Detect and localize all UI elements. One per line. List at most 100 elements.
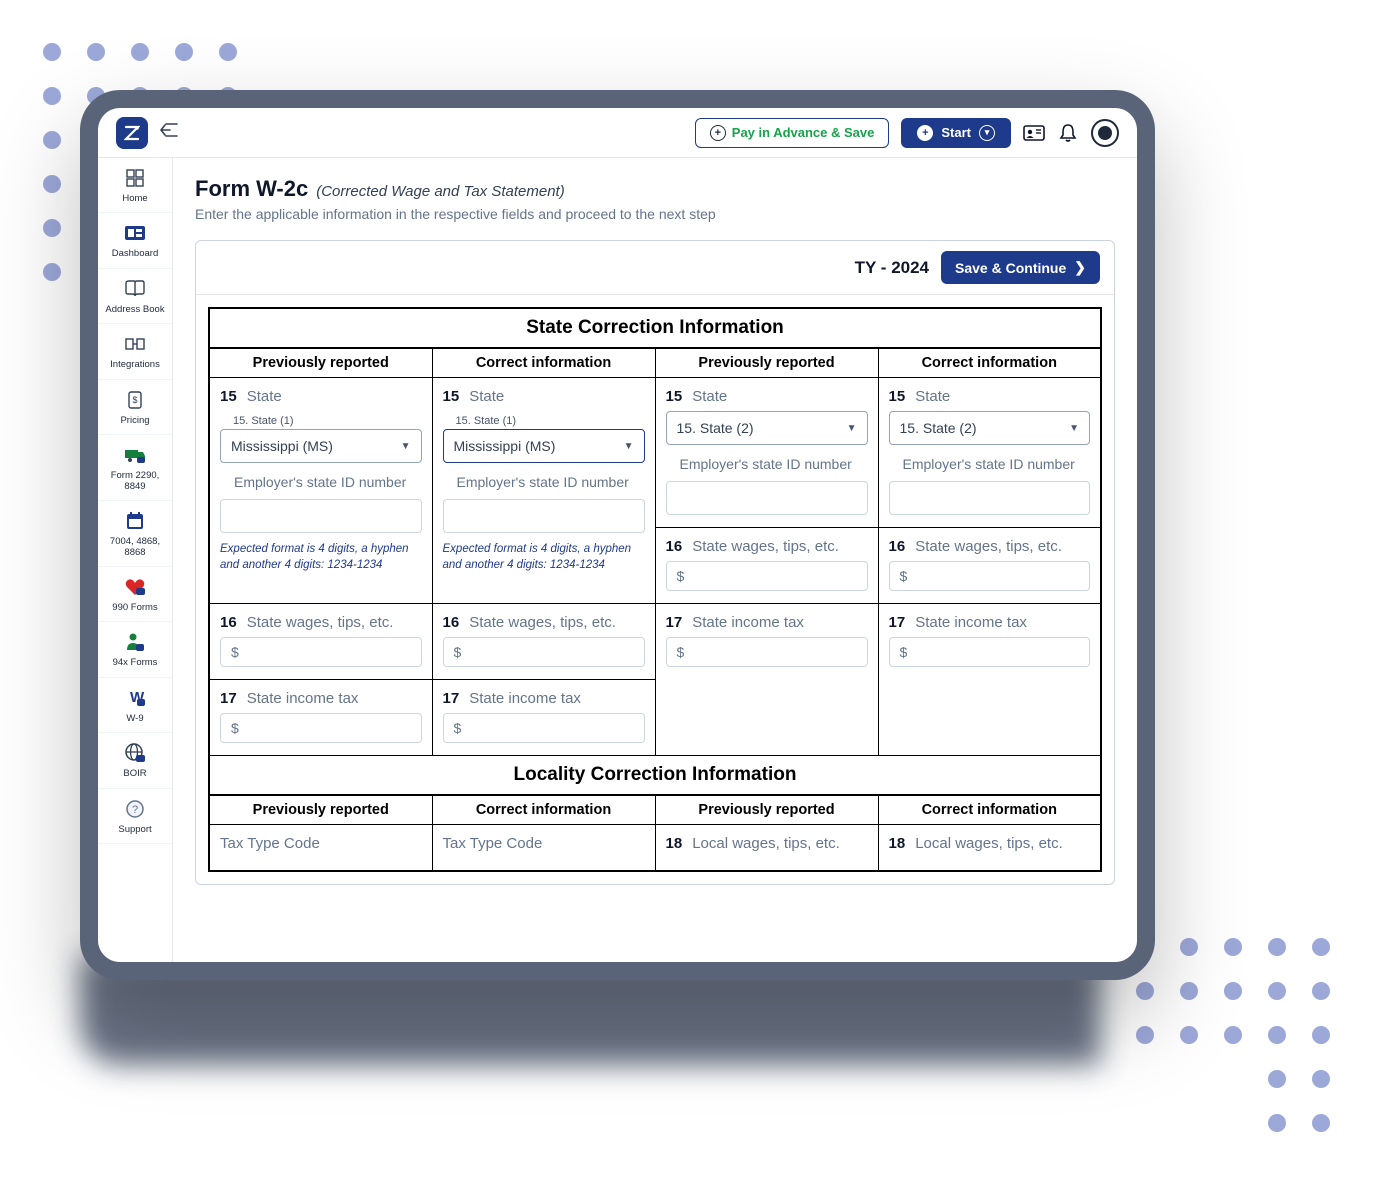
- app-logo[interactable]: [116, 117, 148, 149]
- main-content: Form W-2c (Corrected Wage and Tax Statem…: [173, 158, 1137, 962]
- sidebar-item-94x[interactable]: 94x Forms: [98, 622, 172, 677]
- sidebar-item-boir[interactable]: BOIR: [98, 733, 172, 788]
- sidebar-item-7004[interactable]: 7004, 4868, 8868: [98, 501, 172, 567]
- heart-icon: [123, 575, 147, 599]
- support-icon: ?: [123, 797, 147, 821]
- sidebar-item-label: Home: [122, 194, 147, 204]
- sidebar-item-990[interactable]: 990 Forms: [98, 567, 172, 622]
- form-title: Form W-2c: [195, 176, 308, 202]
- caret-down-icon: ▼: [847, 423, 857, 434]
- state2-corr-select[interactable]: 15. State (2) ▼: [889, 411, 1091, 445]
- form-area: State Correction Information Previously …: [196, 295, 1114, 884]
- loc-col-corr-2: Correct information: [878, 795, 1101, 825]
- wages-corr-2-input[interactable]: $: [889, 561, 1091, 591]
- caret-down-icon: ▼: [1069, 423, 1079, 434]
- bell-icon[interactable]: [1057, 122, 1079, 144]
- cell-state2-prev: 15State 15. State (2) ▼ Employer's state…: [655, 378, 878, 528]
- wages-prev-1-input[interactable]: $: [220, 637, 422, 667]
- decorative-dots-bottom-right: [1123, 925, 1343, 1145]
- chevron-down-icon: ▾: [979, 125, 995, 141]
- plus-filled-icon: +: [917, 125, 933, 141]
- pricing-icon: $: [123, 388, 147, 412]
- sidebar-item-w9[interactable]: W W-9: [98, 678, 172, 733]
- truck-icon: [123, 443, 147, 467]
- chevron-right-icon: ❯: [1074, 259, 1086, 276]
- save-continue-label: Save & Continue: [955, 260, 1066, 276]
- sidebar-item-address-book[interactable]: Address Book: [98, 269, 172, 324]
- state-section-title: State Correction Information: [209, 308, 1101, 348]
- cell-16-corr-2: 16State wages, tips, etc. $: [878, 527, 1101, 603]
- sidebar-item-form-2290[interactable]: Form 2290, 8849: [98, 435, 172, 501]
- cell-taxtype-prev: Tax Type Code: [209, 824, 432, 871]
- sidebar-item-label: 7004, 4868, 8868: [102, 537, 168, 558]
- caret-down-icon: ▼: [624, 441, 634, 452]
- employer-id-label: Employer's state ID number: [903, 455, 1091, 475]
- svg-text:?: ?: [132, 804, 138, 816]
- sidebar-item-support[interactable]: ? Support: [98, 789, 172, 844]
- state1-prev-value: Mississippi (MS): [231, 438, 333, 454]
- pay-in-advance-button[interactable]: + Pay in Advance & Save: [695, 118, 890, 148]
- calendar-icon: [123, 509, 147, 533]
- sidebar: Home Dashboard Address Book Integrations…: [98, 158, 173, 962]
- sidebar-item-label: Form 2290, 8849: [102, 471, 168, 492]
- globe-icon: [123, 741, 147, 765]
- tablet-frame: + Pay in Advance & Save + Start ▾: [80, 90, 1155, 980]
- tax-corr-2-input[interactable]: $: [889, 637, 1091, 667]
- sidebar-item-label: Pricing: [120, 416, 149, 426]
- tax-corr-1-input[interactable]: $: [443, 713, 645, 743]
- save-continue-button[interactable]: Save & Continue ❯: [941, 251, 1100, 284]
- sidebar-item-home[interactable]: Home: [98, 158, 172, 213]
- sidebar-item-label: BOIR: [123, 769, 146, 779]
- format-hint: Expected format is 4 digits, a hyphen an…: [220, 541, 422, 573]
- start-button[interactable]: + Start ▾: [901, 118, 1011, 148]
- sidebar-item-dashboard[interactable]: Dashboard: [98, 213, 172, 268]
- person-icon: [123, 630, 147, 654]
- state2-prev-select[interactable]: 15. State (2) ▼: [666, 411, 868, 445]
- state1-prev-select[interactable]: Mississippi (MS) ▼: [220, 429, 422, 463]
- pay-in-advance-label: Pay in Advance & Save: [732, 125, 875, 140]
- sidebar-item-label: Integrations: [110, 360, 160, 370]
- address-book-icon: [123, 277, 147, 301]
- employer-id-prev-1-input[interactable]: [220, 499, 422, 533]
- cell-17-corr-1: 17State income tax $: [432, 679, 655, 755]
- employer-id-corr-2-input[interactable]: [889, 481, 1091, 515]
- sidebar-item-pricing[interactable]: $ Pricing: [98, 380, 172, 435]
- employer-id-corr-1-input[interactable]: [443, 499, 645, 533]
- state1-corr-select[interactable]: Mississippi (MS) ▼: [443, 429, 645, 463]
- format-hint: Expected format is 4 digits, a hyphen an…: [443, 541, 645, 573]
- page-title: Form W-2c (Corrected Wage and Tax Statem…: [195, 176, 1115, 202]
- sidebar-item-label: 94x Forms: [113, 658, 158, 668]
- wages-corr-1-input[interactable]: $: [443, 637, 645, 667]
- employer-id-label: Employer's state ID number: [457, 473, 645, 493]
- sidebar-item-label: 990 Forms: [112, 603, 157, 613]
- sidebar-item-label: W-9: [126, 714, 143, 724]
- app-header: + Pay in Advance & Save + Start ▾: [98, 108, 1137, 158]
- wages-prev-2-input[interactable]: $: [666, 561, 868, 591]
- contact-card-icon[interactable]: [1023, 122, 1045, 144]
- tax-prev-1-input[interactable]: $: [220, 713, 422, 743]
- cell-16-prev-1: 16State wages, tips, etc. $: [209, 603, 432, 679]
- form-subtitle: (Corrected Wage and Tax Statement): [316, 183, 564, 200]
- svg-text:$: $: [132, 395, 137, 405]
- user-avatar[interactable]: [1091, 119, 1119, 147]
- employer-id-prev-2-input[interactable]: [666, 481, 868, 515]
- sidebar-collapse-icon[interactable]: [160, 123, 178, 142]
- logo-mark-icon: [124, 125, 140, 141]
- caret-down-icon: ▼: [401, 441, 411, 452]
- state-correction-table: State Correction Information Previously …: [208, 307, 1102, 872]
- dashboard-icon: [123, 221, 147, 245]
- cell-17-prev-2: 17State income tax $: [655, 603, 878, 755]
- card-header: TY - 2024 Save & Continue ❯: [196, 241, 1114, 295]
- cell-17-corr-2: 17State income tax $: [878, 603, 1101, 755]
- sidebar-item-integrations[interactable]: Integrations: [98, 324, 172, 379]
- col-header-corr-2: Correct information: [878, 348, 1101, 378]
- col-header-prev-2: Previously reported: [655, 348, 878, 378]
- cell-16-corr-1: 16State wages, tips, etc. $: [432, 603, 655, 679]
- w9-icon: W: [123, 686, 147, 710]
- loc-col-prev-2: Previously reported: [655, 795, 878, 825]
- tax-prev-2-input[interactable]: $: [666, 637, 868, 667]
- state2-corr-placeholder: 15. State (2): [900, 420, 977, 436]
- sidebar-item-label: Support: [118, 825, 151, 835]
- start-label: Start: [941, 125, 971, 140]
- plus-circle-icon: +: [710, 125, 726, 141]
